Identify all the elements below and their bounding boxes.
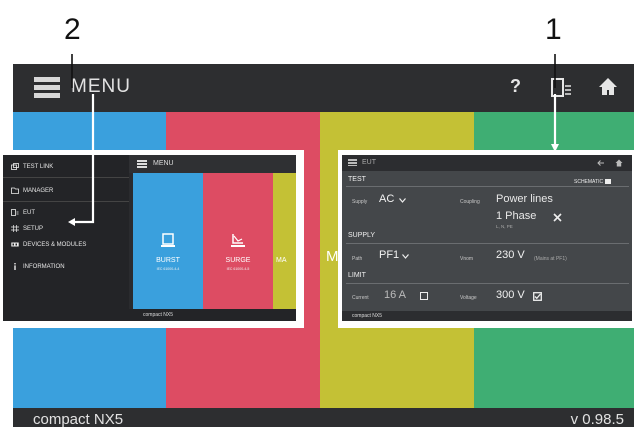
callout-arrows (68, 54, 559, 226)
callout-1-arrowhead (551, 144, 559, 152)
callout-2-arrowhead (68, 218, 75, 226)
callout-2-arrow (72, 94, 95, 224)
